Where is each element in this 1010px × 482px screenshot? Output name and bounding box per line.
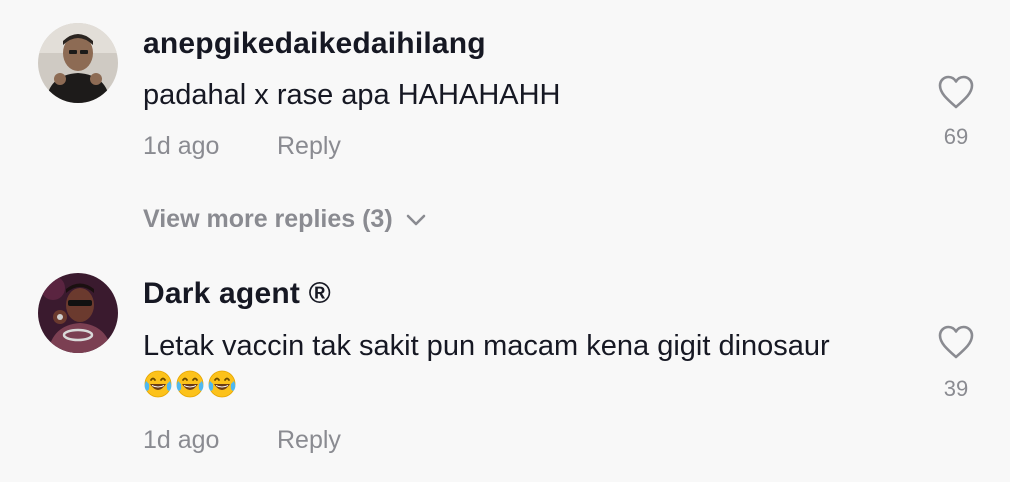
comment-timestamp: 1d ago — [143, 426, 220, 454]
view-more-replies-button[interactable]: View more replies (3) — [143, 205, 427, 234]
comment-item: anepgikedaikedaihilang padahal x rase ap… — [0, 0, 1010, 250]
like-count: 69 — [943, 124, 969, 149]
emoji-row — [143, 369, 903, 399]
avatar[interactable] — [38, 273, 118, 353]
avatar[interactable] — [38, 23, 118, 103]
tears-of-joy-emoji — [144, 370, 172, 398]
tears-of-joy-emoji — [176, 370, 204, 398]
comment-timestamp: 1d ago — [143, 132, 220, 160]
like-control: 39 — [930, 324, 982, 402]
tears-of-joy-emoji — [208, 370, 236, 398]
comment-meta: 1d ago Reply — [143, 132, 341, 161]
like-control: 69 — [930, 74, 982, 150]
reply-button[interactable]: Reply — [277, 132, 341, 161]
avatar-photo — [38, 273, 118, 353]
heart-outline-icon[interactable] — [937, 74, 975, 110]
comment-username[interactable]: Dark agent ® — [143, 277, 331, 311]
comment-text: Letak vaccin tak sakit pun macam kena gi… — [143, 325, 903, 399]
comment-username[interactable]: anepgikedaikedaihilang — [143, 27, 486, 61]
reply-button[interactable]: Reply — [277, 426, 341, 455]
chevron-down-icon — [406, 214, 425, 225]
comment-text-body: Letak vaccin tak sakit pun macam kena gi… — [143, 330, 830, 362]
like-count: 39 — [943, 376, 969, 401]
comment-text: padahal x rase apa HAHAHAHH — [143, 79, 561, 111]
comment-meta: 1d ago Reply — [143, 426, 341, 455]
view-more-replies-label: View more replies (3) — [143, 205, 393, 233]
heart-outline-icon[interactable] — [937, 324, 975, 360]
comment-item: Dark agent ® Letak vaccin tak sakit pun … — [0, 255, 1010, 482]
avatar-photo — [38, 23, 118, 103]
